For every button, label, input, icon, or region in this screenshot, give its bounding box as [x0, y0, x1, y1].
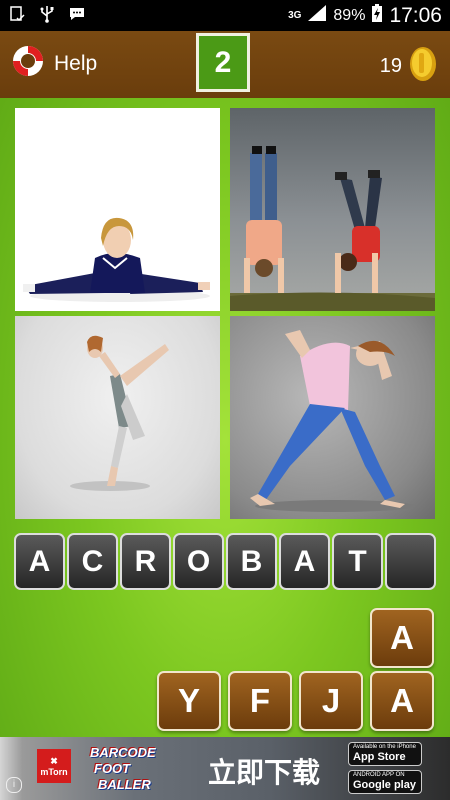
- help-button[interactable]: Help: [10, 43, 97, 84]
- ad-logo: ✖ mTorn: [37, 749, 71, 783]
- app-store-small-text: Available on the iPhone: [353, 744, 416, 750]
- answer-slot-4[interactable]: O: [173, 533, 224, 590]
- help-label: Help: [54, 51, 98, 75]
- handstands-photo: [230, 146, 435, 311]
- google-play-small-text: ANDROID APP ON: [353, 772, 405, 778]
- ad-download-cta[interactable]: 立即下载: [208, 751, 320, 791]
- coin-count: 19: [379, 55, 402, 77]
- answer-slot-6[interactable]: A: [279, 533, 330, 590]
- answer-slot-5[interactable]: B: [226, 533, 277, 590]
- answer-slot-8[interactable]: [385, 533, 436, 590]
- ad-logo-text: mTorn: [40, 766, 68, 777]
- ad-game-title-line2: FOOT: [94, 761, 131, 776]
- coin-balance: 19: [380, 45, 438, 88]
- letter-choice-5[interactable]: A: [370, 671, 434, 731]
- dancer-pink-leotard-photo: [250, 330, 415, 512]
- usb-icon: [38, 5, 56, 23]
- app-store-label: App Store: [353, 751, 406, 763]
- answer-slot-7[interactable]: T: [332, 533, 383, 590]
- ad-game-title: BARCODE FOOT BALLER: [90, 745, 200, 793]
- answer-slot-1[interactable]: A: [14, 533, 65, 590]
- picture-tile-1[interactable]: [15, 108, 220, 311]
- letter-choice-4[interactable]: J: [299, 671, 363, 731]
- signal-icon: [307, 4, 327, 27]
- answer-slot-2[interactable]: C: [67, 533, 118, 590]
- status-bar: 3G 89% 17:06: [0, 0, 450, 31]
- ad-banner[interactable]: i ✖ mTorn BARCODE FOOT BALLER 立即下载 Avail…: [0, 737, 450, 800]
- picture-tile-3[interactable]: [15, 316, 220, 519]
- google-play-badge[interactable]: ANDROID APP ON Google play: [348, 770, 422, 794]
- ad-game-title-line3: BALLER: [98, 777, 151, 792]
- app-store-badge[interactable]: Available on the iPhone App Store: [348, 742, 422, 766]
- ad-logo-icon: ✖: [50, 755, 58, 766]
- lifebuoy-icon: [10, 43, 46, 84]
- picture-tile-4[interactable]: [230, 316, 435, 519]
- clock: 17:06: [389, 3, 442, 27]
- coin-icon: [408, 45, 438, 88]
- system-status: 3G 89% 17:06: [288, 3, 442, 28]
- dancer-leg-raise-photo: [70, 335, 169, 491]
- google-play-label: Google play: [353, 779, 416, 791]
- ad-game-title-line1: BARCODE: [90, 745, 156, 760]
- tablet-check-icon: [8, 5, 26, 23]
- network-type: 3G: [288, 9, 302, 21]
- answer-slot-3[interactable]: R: [120, 533, 171, 590]
- letter-choice-3[interactable]: F: [228, 671, 292, 731]
- gymnast-splits-photo: [23, 217, 210, 302]
- picture-tile-2[interactable]: [230, 108, 435, 311]
- notification-icons: [8, 5, 86, 23]
- letter-choice-1[interactable]: A: [370, 608, 434, 668]
- ad-info-icon[interactable]: i: [6, 777, 22, 793]
- level-number: 2: [196, 33, 250, 92]
- battery-level: 89%: [333, 6, 366, 24]
- letter-choice-2[interactable]: Y: [157, 671, 221, 731]
- battery-charging-icon: [371, 3, 383, 28]
- chat-icon: [68, 5, 86, 23]
- game-header: Help 2 19: [0, 31, 450, 98]
